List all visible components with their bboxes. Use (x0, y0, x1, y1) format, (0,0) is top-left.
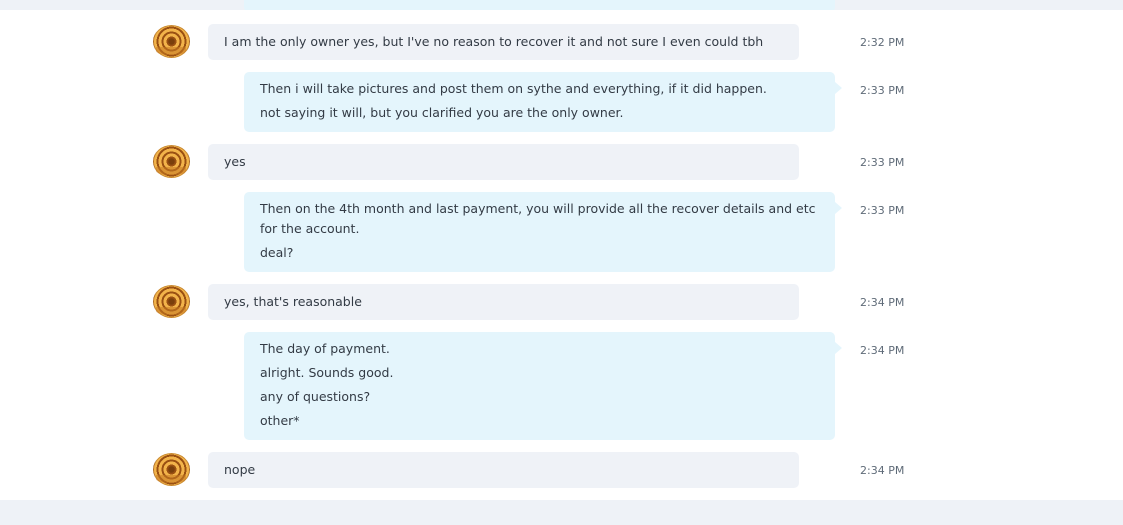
incoming-message-bubble[interactable]: I am the only owner yes, but I've no rea… (208, 24, 799, 60)
bubble-tail (835, 202, 842, 214)
contact-avatar[interactable] (153, 453, 190, 486)
message-timestamp: 2:34 PM (860, 464, 905, 477)
message-text: I am the only owner yes, but I've no rea… (224, 34, 764, 49)
message-text: deal? (260, 245, 294, 260)
message-timestamp: 2:33 PM (860, 84, 905, 97)
message-text: yes (224, 154, 246, 169)
message-text: any of questions? (260, 389, 371, 404)
message-text: The day of payment. (260, 341, 390, 356)
conversation-panel[interactable]: I am the only owner yes, but I've no rea… (0, 10, 1123, 500)
bubble-tail (835, 342, 842, 354)
contact-avatar[interactable] (153, 285, 190, 318)
message-timestamp: 2:34 PM (860, 296, 905, 309)
outgoing-message-bubble[interactable]: Then i will take pictures and post them … (244, 72, 842, 132)
incoming-message-bubble[interactable]: yes (208, 144, 799, 180)
message-text: other* (260, 413, 300, 428)
message-text: Then i will take pictures and post them … (260, 81, 767, 96)
composer-area-edge (0, 500, 1123, 525)
message-text: yes, that's reasonable (224, 294, 362, 309)
message-text: nope (224, 462, 256, 477)
outgoing-message-bubble[interactable]: The day of payment. alright. Sounds good… (244, 332, 842, 440)
previous-message-edge (0, 0, 1123, 12)
outgoing-message-bubble[interactable]: Then on the 4th month and last payment, … (244, 192, 842, 272)
message-text: Then on the 4th month and last payment, … (260, 201, 816, 236)
incoming-message-bubble[interactable]: yes, that's reasonable (208, 284, 799, 320)
incoming-message-bubble[interactable]: nope (208, 452, 799, 488)
message-timestamp: 2:33 PM (860, 204, 905, 217)
message-timestamp: 2:33 PM (860, 156, 905, 169)
message-timestamp: 2:34 PM (860, 344, 905, 357)
contact-avatar[interactable] (153, 25, 190, 58)
contact-avatar[interactable] (153, 145, 190, 178)
message-timestamp: 2:32 PM (860, 36, 905, 49)
bubble-tail (835, 82, 842, 94)
message-text: not saying it will, but you clarified yo… (260, 105, 624, 120)
message-text: alright. Sounds good. (260, 365, 394, 380)
